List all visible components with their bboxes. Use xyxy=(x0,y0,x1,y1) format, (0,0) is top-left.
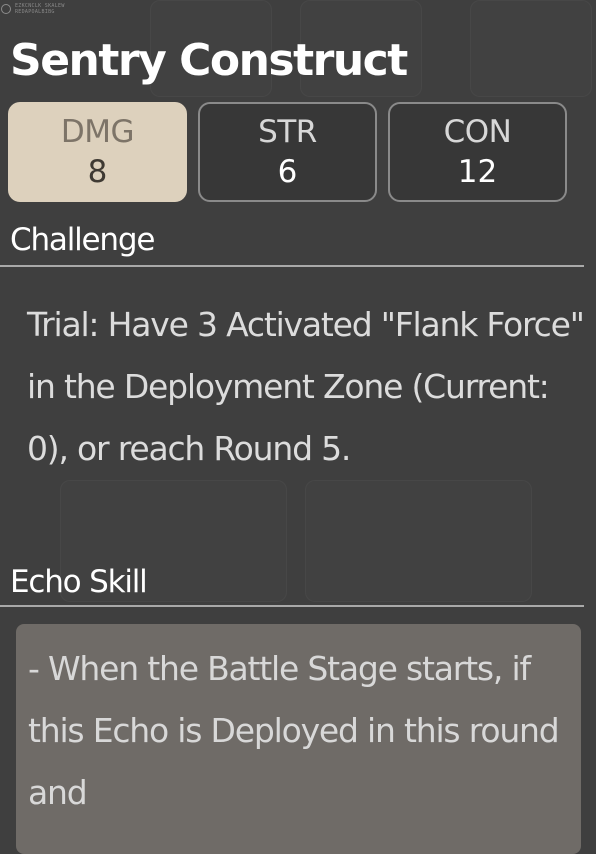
stat-label: CON xyxy=(443,114,512,150)
challenge-heading: Challenge xyxy=(10,222,155,258)
stat-row: DMG 8 STR 6 CON 12 xyxy=(8,102,567,202)
challenge-text: Trial: Have 3 Activated "Flank Force" in… xyxy=(27,305,585,468)
stat-value: 8 xyxy=(87,154,108,190)
stat-con[interactable]: CON 12 xyxy=(388,102,567,202)
marker-line-2: REDAPOALBIBG xyxy=(15,9,55,15)
stat-value: 6 xyxy=(277,154,298,190)
stat-str[interactable]: STR 6 xyxy=(198,102,377,202)
echo-skill-box[interactable]: - When the Battle Stage starts, if this … xyxy=(16,624,581,854)
card-detail-panel: EZKCNCLK SKALEW REDAPOALBIBG Sentry Cons… xyxy=(0,0,596,854)
stat-label: STR xyxy=(258,114,317,150)
status-ring-icon xyxy=(1,4,11,14)
stat-label: DMG xyxy=(60,114,135,150)
echo-skill-divider xyxy=(0,605,584,607)
card-title: Sentry Construct xyxy=(10,35,408,86)
stat-dmg[interactable]: DMG 8 xyxy=(8,102,187,202)
echo-skill-heading: Echo Skill xyxy=(10,564,148,600)
echo-skill-text: - When the Battle Stage starts, if this … xyxy=(28,649,560,812)
top-status-marker: EZKCNCLK SKALEW REDAPOALBIBG xyxy=(1,3,65,15)
stat-value: 12 xyxy=(457,154,498,190)
challenge-divider xyxy=(0,265,584,267)
